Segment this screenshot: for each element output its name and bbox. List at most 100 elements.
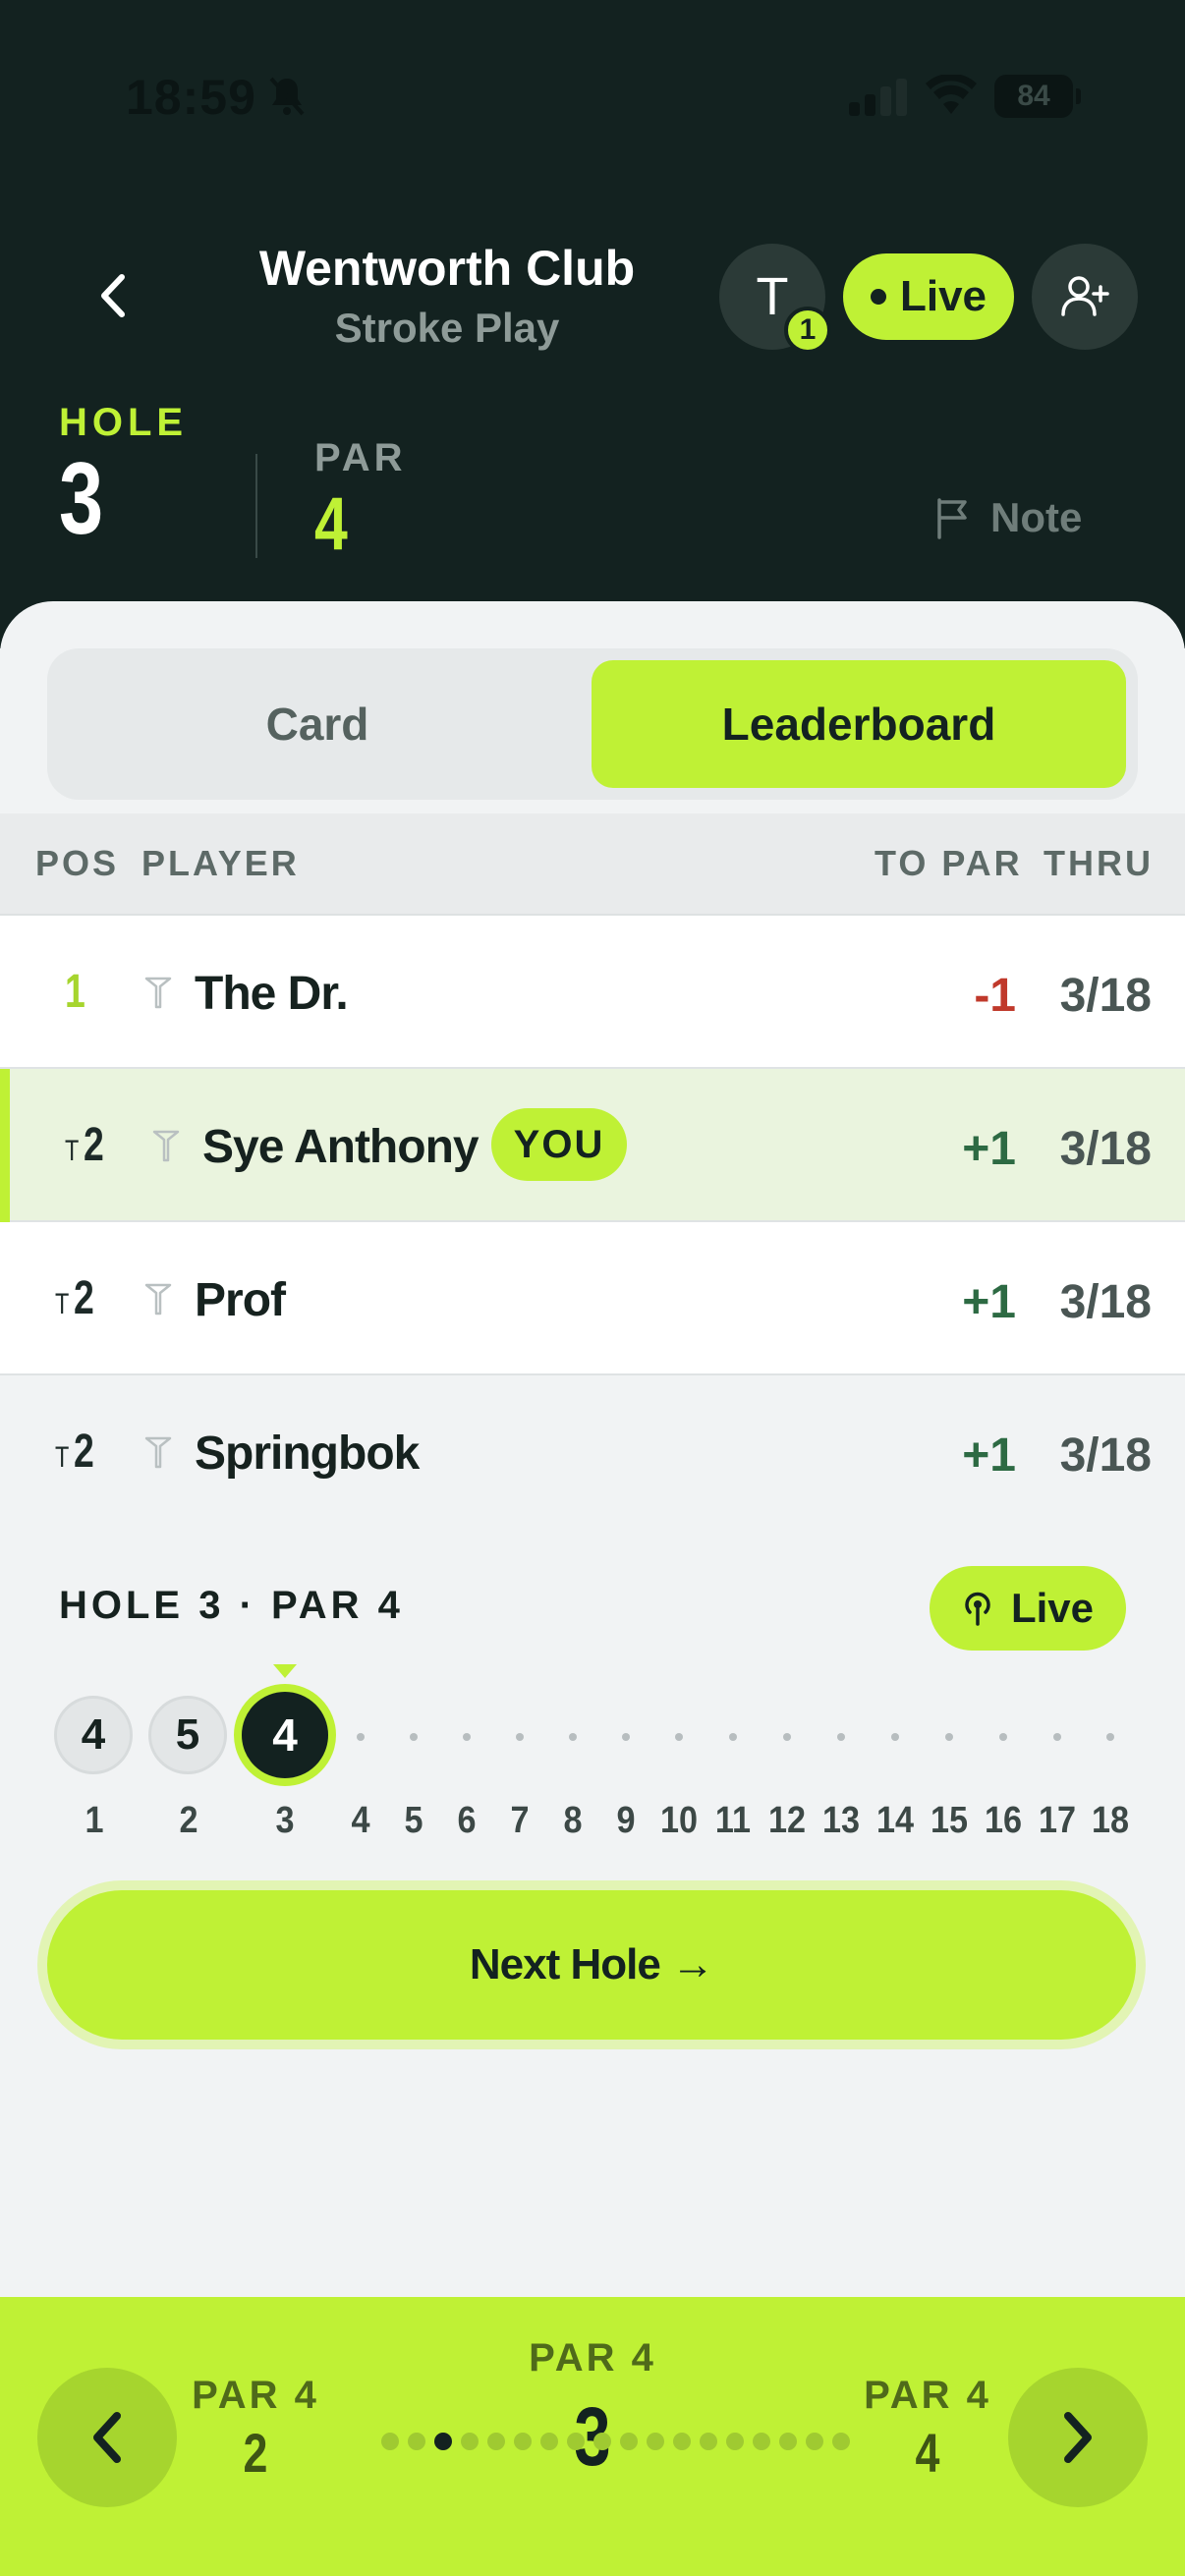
empty-hole-dot	[410, 1733, 418, 1741]
player-name: Prof	[195, 1274, 286, 1326]
row-to-par: +1	[962, 1429, 1016, 1482]
back-button[interactable]	[79, 261, 147, 330]
back-chevron-icon	[101, 274, 125, 317]
header-pos: POS	[35, 843, 120, 883]
chevron-right-icon	[1064, 2412, 1092, 2463]
hole-number-3: 3	[275, 1800, 295, 1841]
add-player-icon	[1061, 276, 1109, 316]
row-position: T2	[65, 1119, 104, 1171]
page-dot	[593, 2433, 611, 2450]
page-dot	[647, 2433, 664, 2450]
hole-number-15: 15	[930, 1800, 969, 1841]
row-thru: 3/18	[1059, 1429, 1152, 1482]
hole-score-1[interactable]: 4	[54, 1696, 133, 1774]
tee-icon	[152, 1130, 180, 1162]
tab-card[interactable]: Card	[57, 660, 578, 788]
leaderboard-row[interactable]: T2 Prof +1 3/18	[0, 1222, 1185, 1375]
hole-number-12: 12	[767, 1800, 807, 1841]
empty-hole-dot	[999, 1733, 1007, 1741]
hole-number-1: 1	[85, 1800, 104, 1841]
par-label: PAR	[314, 436, 407, 479]
hole-label: HOLE	[59, 401, 189, 444]
live-status-button[interactable]: Live	[843, 253, 1014, 340]
leaderboard-row[interactable]: T2 Springbok +1 3/18	[0, 1375, 1185, 1529]
empty-hole-dot	[622, 1733, 630, 1741]
page-dot	[806, 2433, 823, 2450]
tee-letter: T	[756, 267, 789, 326]
tee-count-badge: 1	[784, 307, 831, 354]
row-thru: 3/18	[1059, 1123, 1152, 1175]
current-hole-marker	[273, 1664, 297, 1678]
player-name: Springbok	[195, 1428, 420, 1480]
note-button[interactable]: Note	[933, 487, 1082, 548]
scorecard-live-label: Live	[1010, 1585, 1095, 1631]
header-to-par: TO PAR	[875, 843, 1023, 883]
previous-hole-button[interactable]	[37, 2368, 177, 2507]
hole-number-4: 4	[351, 1800, 370, 1841]
player-name: The Dr.	[195, 968, 349, 1020]
page-dot	[753, 2433, 770, 2450]
hole-number-18: 18	[1091, 1800, 1130, 1841]
leaderboard-row-you[interactable]: T2 Sye Anthony YOU +1 3/18	[0, 1069, 1185, 1222]
game-mode: Stroke Play	[334, 305, 560, 351]
row-to-par: -1	[974, 970, 1016, 1022]
tab-leaderboard[interactable]: Leaderboard	[592, 660, 1126, 788]
you-highlight-bar	[0, 1069, 10, 1222]
hole-divider	[255, 454, 257, 558]
scorecard-live-button[interactable]: Live	[930, 1566, 1126, 1651]
page-dot	[514, 2433, 532, 2450]
row-position: T2	[55, 1426, 94, 1478]
course-name: Wentworth Club	[258, 241, 636, 296]
empty-hole-dot	[569, 1733, 577, 1741]
flag-icon	[937, 498, 967, 539]
tee-icon	[144, 1436, 172, 1469]
hole-number-17: 17	[1038, 1800, 1077, 1841]
view-toggle: Card Leaderboard	[47, 648, 1138, 800]
hole-number-5: 5	[404, 1800, 423, 1841]
next-hole-par: PAR 4	[864, 2374, 991, 2417]
empty-hole-dot	[357, 1733, 365, 1741]
tee-icon	[144, 977, 172, 1009]
empty-hole-dot	[945, 1733, 953, 1741]
page-dot	[487, 2433, 505, 2450]
next-hole-arrow-button[interactable]	[1008, 2368, 1148, 2507]
page-dot	[408, 2433, 425, 2450]
battery-indicator: 84	[994, 75, 1081, 118]
live-dot-icon	[870, 289, 886, 305]
empty-hole-dot	[1106, 1733, 1114, 1741]
hole-number-8: 8	[563, 1800, 583, 1841]
hole-number-14: 14	[875, 1800, 915, 1841]
hole-score-current[interactable]: 4	[234, 1684, 336, 1786]
row-thru: 3/18	[1059, 1276, 1152, 1328]
tee-selector-button[interactable]: T 1	[719, 244, 831, 354]
broadcast-icon	[965, 1592, 990, 1626]
you-badge: YOU	[491, 1108, 627, 1181]
page-dot	[461, 2433, 479, 2450]
leaderboard-row[interactable]: 1 The Dr. -1 3/18	[0, 916, 1185, 1069]
page-dot	[673, 2433, 691, 2450]
add-player-button[interactable]	[1032, 244, 1138, 350]
next-hole-button-halo: Next Hole →	[37, 1880, 1146, 2049]
prev-hole-par: PAR 4	[192, 2374, 319, 2417]
page-dot	[700, 2433, 717, 2450]
page-dot	[381, 2433, 399, 2450]
live-label: Live	[899, 272, 988, 320]
cellular-signal-icon	[849, 79, 907, 116]
hole-number: 3	[59, 442, 104, 556]
hole-page-indicator	[381, 2433, 850, 2452]
row-position: T2	[55, 1272, 94, 1324]
row-to-par: +1	[962, 1123, 1016, 1175]
next-hole-number: 4	[915, 2422, 940, 2484]
hole-number-9: 9	[616, 1800, 636, 1841]
hole-score-2[interactable]: 5	[148, 1696, 227, 1774]
page-dot	[620, 2433, 638, 2450]
empty-hole-dot	[891, 1733, 899, 1741]
next-hole-button[interactable]: Next Hole →	[47, 1890, 1136, 2040]
empty-hole-dot	[783, 1733, 791, 1741]
empty-hole-dot	[675, 1733, 683, 1741]
prev-hole-number: 2	[243, 2422, 268, 2484]
hole-number-16: 16	[984, 1800, 1023, 1841]
par-value: 4	[314, 482, 348, 566]
current-hole-par: PAR 4	[529, 2336, 656, 2380]
silent-bell-icon	[269, 77, 305, 116]
